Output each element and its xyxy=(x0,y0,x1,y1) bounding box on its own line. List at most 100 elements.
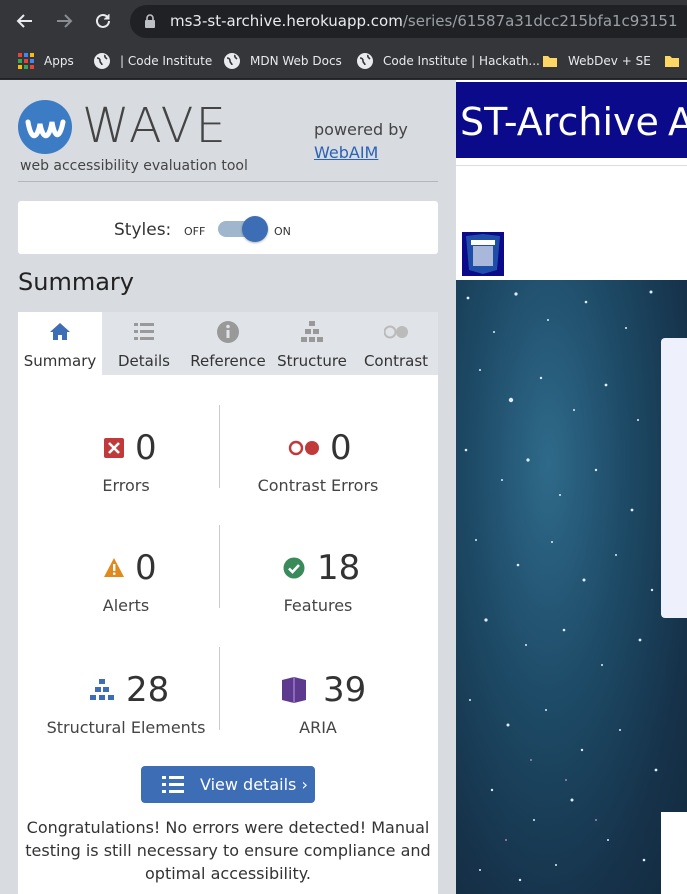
bookmark-label: Apps xyxy=(44,54,74,68)
list-icon xyxy=(134,323,154,340)
page-content-card xyxy=(661,338,687,618)
wave-tabs: Summary Details Reference Structure Cont… xyxy=(18,312,438,375)
wave-logo xyxy=(18,100,72,154)
stat-alerts[interactable]: 0 Alerts xyxy=(26,548,226,618)
bookmark-webdev-folder[interactable]: WebDev + SE xyxy=(541,43,651,79)
starfield-hero-image xyxy=(456,280,687,894)
structure-icon xyxy=(301,321,323,342)
styles-on-label: ON xyxy=(274,225,291,238)
stat-structural-elements[interactable]: 28 Structural Elements xyxy=(26,670,226,740)
info-icon xyxy=(217,321,239,343)
toggle-knob xyxy=(242,216,268,242)
contrast-icon xyxy=(384,325,408,339)
contrast-error-icon xyxy=(288,440,319,456)
stat-value: 39 xyxy=(323,670,367,710)
site-title-link[interactable]: ST-Archive xyxy=(460,100,659,144)
structural-icon xyxy=(90,679,114,700)
stat-aria[interactable]: 39 ARIA xyxy=(218,670,418,740)
styles-toggle[interactable] xyxy=(218,216,268,242)
reload-button[interactable] xyxy=(90,8,116,34)
wave-logo-icon xyxy=(25,119,66,139)
apps-grid-icon xyxy=(18,53,34,69)
bookmark-hackathon[interactable]: Code Institute | Hackath... xyxy=(356,43,540,79)
back-arrow-icon xyxy=(16,14,32,28)
stat-errors[interactable]: 0 Errors xyxy=(26,428,226,498)
summary-content: 0 Errors 0 Contrast Errors 0 Alerts 18 F… xyxy=(18,375,438,894)
tab-details[interactable]: Details xyxy=(102,312,186,375)
tab-summary[interactable]: Summary xyxy=(18,312,102,375)
globe-icon xyxy=(94,53,110,69)
view-details-button[interactable]: View details › xyxy=(141,766,315,803)
tab-label: Summary xyxy=(23,352,97,370)
powered-by-text: powered by xyxy=(314,120,408,139)
aria-icon xyxy=(282,677,306,703)
home-icon xyxy=(50,323,70,340)
stat-label: ARIA xyxy=(299,718,337,737)
stat-label: Structural Elements xyxy=(46,718,206,737)
bookmarks-bar: Apps | Code Institute MDN Web Docs Code … xyxy=(0,43,687,79)
tab-label: Details xyxy=(117,352,170,370)
styles-label: Styles: xyxy=(114,220,172,240)
stat-label: Errors xyxy=(102,476,150,495)
stat-value: 0 xyxy=(330,428,352,468)
lock-icon xyxy=(145,14,155,28)
page-divider xyxy=(456,165,687,166)
stat-value: 0 xyxy=(135,428,157,468)
styles-off-label: OFF xyxy=(184,225,206,238)
wave-panel: WAVE web accessibility evaluation tool p… xyxy=(0,80,456,894)
stat-label: Contrast Errors xyxy=(257,476,379,495)
tab-label: Reference xyxy=(190,352,266,370)
bookmark-label: WebDev + SE xyxy=(568,54,651,68)
folder-icon xyxy=(543,56,557,67)
error-icon xyxy=(104,438,124,458)
view-details-label: View details › xyxy=(200,775,308,794)
tab-contrast[interactable]: Contrast xyxy=(354,312,438,375)
back-button[interactable] xyxy=(12,8,38,34)
address-bar[interactable]: ms3-st-archive.herokuapp.com/series/6158… xyxy=(130,5,687,38)
globe-icon xyxy=(357,53,373,69)
globe-icon xyxy=(224,53,240,69)
url-host: ms3-st-archive.herokuapp.com xyxy=(170,12,403,30)
bookmark-code-institute[interactable]: | Code Institute xyxy=(93,43,212,79)
tab-label: Structure xyxy=(277,352,347,370)
forward-arrow-icon xyxy=(57,14,73,28)
stat-value: 18 xyxy=(317,548,361,588)
styles-toggle-box: Styles: OFF ON xyxy=(18,201,438,254)
page-content-card xyxy=(661,812,687,894)
congrats-message: Congratulations! No errors were detected… xyxy=(25,818,431,883)
bookmark-folder-overflow[interactable] xyxy=(663,43,681,79)
bookmark-label: | Code Institute xyxy=(120,54,213,68)
wave-aria-marker-icon[interactable] xyxy=(462,232,504,276)
tab-structure[interactable]: Structure xyxy=(270,312,354,375)
stat-label: Features xyxy=(283,596,353,615)
stat-label: Alerts xyxy=(102,596,150,615)
site-navbar: ST-Archive A xyxy=(456,82,687,158)
stat-features[interactable]: 18 Features xyxy=(218,548,418,618)
url-text: ms3-st-archive.herokuapp.com/series/6158… xyxy=(170,12,678,30)
summary-heading: Summary xyxy=(18,268,134,296)
feature-check-icon xyxy=(283,557,305,579)
folder-icon xyxy=(665,56,679,67)
stat-contrast-errors[interactable]: 0 Contrast Errors xyxy=(218,428,418,498)
web-page-viewport: ST-Archive A xyxy=(456,80,687,894)
bookmark-mdn[interactable]: MDN Web Docs xyxy=(223,43,342,79)
url-path: /series/61587a31dcc215bfa1c93151 xyxy=(402,12,678,30)
forward-button[interactable] xyxy=(51,8,77,34)
powered-by: powered by WebAIM xyxy=(314,118,408,164)
reload-icon xyxy=(96,13,110,28)
tab-reference[interactable]: Reference xyxy=(186,312,270,375)
stat-value: 28 xyxy=(126,670,170,710)
bookmark-label: MDN Web Docs xyxy=(250,54,342,68)
bookmark-apps[interactable]: Apps xyxy=(17,43,74,79)
webaim-link[interactable]: WebAIM xyxy=(314,143,378,162)
header-divider xyxy=(18,181,438,182)
wave-tagline: web accessibility evaluation tool xyxy=(20,158,248,174)
wave-brand: WAVE xyxy=(82,98,228,154)
alert-icon xyxy=(104,558,124,577)
tab-label: Contrast xyxy=(363,352,429,370)
stars-decoration xyxy=(464,290,658,882)
browser-toolbar: ms3-st-archive.herokuapp.com/series/6158… xyxy=(0,0,687,43)
nav-link-cut[interactable]: A xyxy=(668,100,687,144)
list-icon xyxy=(162,776,184,793)
stat-value: 0 xyxy=(135,548,157,588)
